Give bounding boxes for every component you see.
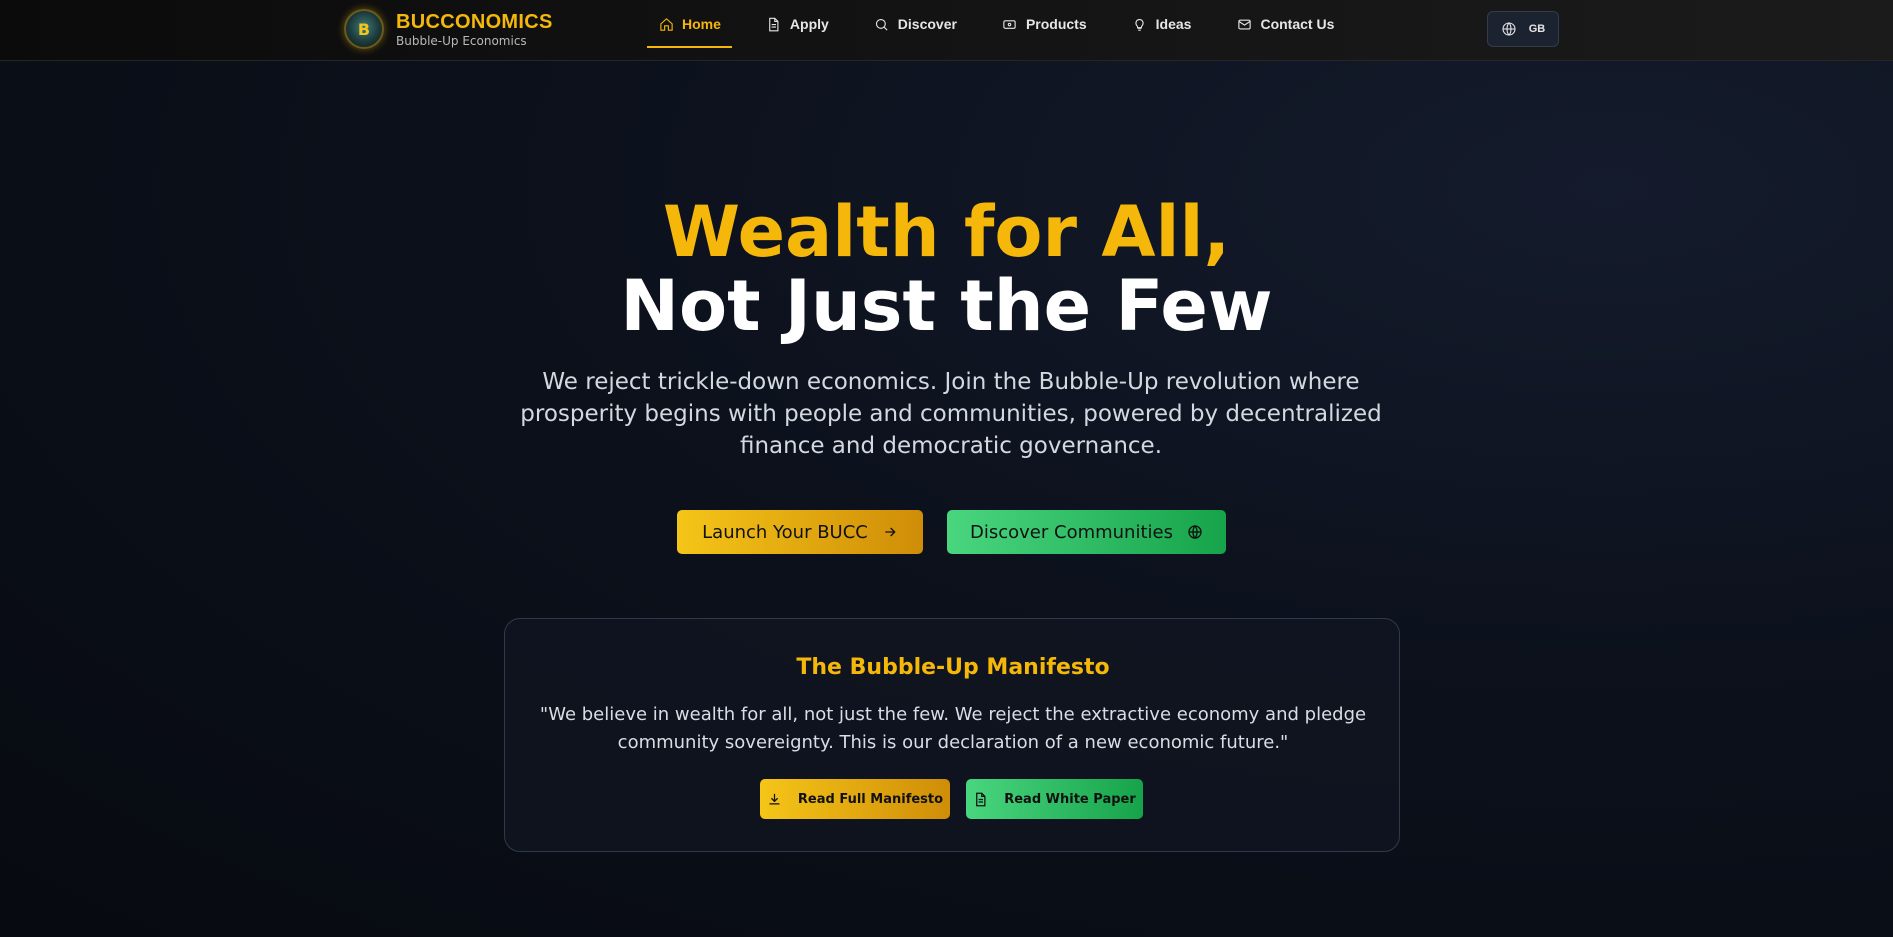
brand-subtitle: Bubble-Up Economics (396, 33, 527, 48)
discover-communities-button[interactable]: Discover Communities (947, 510, 1226, 554)
home-icon (658, 16, 674, 32)
download-icon (769, 793, 780, 804)
nav-ideas[interactable]: Ideas (1121, 0, 1203, 48)
manifesto-quote: "We believe in wealth for all, not just … (539, 704, 1367, 753)
search-icon (874, 16, 890, 32)
launch-bucc-label: Launch Your BUCC (702, 521, 868, 543)
language-code: GB (1528, 23, 1546, 35)
manifesto-card: The Bubble-Up Manifesto "We believe in w… (504, 618, 1400, 852)
nav-apply-label: Apply (789, 16, 829, 32)
launch-bucc-button[interactable]: Launch Your BUCC (677, 510, 923, 554)
nav-discover[interactable]: Discover (863, 0, 968, 48)
globe-icon (1188, 525, 1202, 539)
nav-apply[interactable]: Apply (755, 0, 840, 48)
read-manifesto-button[interactable]: Read Full Manifesto (760, 779, 950, 819)
ticket-icon (1002, 16, 1018, 32)
brand[interactable]: B BUCCONOMICS Bubble-Up Economics (344, 9, 553, 49)
nav-home-label: Home (682, 16, 721, 32)
lightbulb-icon (1132, 16, 1148, 32)
brand-title: BUCCONOMICS (396, 10, 553, 33)
bucconomics-logo: B (344, 9, 384, 49)
document-icon (976, 792, 986, 806)
nav-ideas-label: Ideas (1155, 16, 1192, 32)
hero-headline-line2: Not Just the Few (620, 265, 1273, 347)
read-manifesto-label: Read Full Manifesto (797, 791, 944, 807)
document-icon (766, 16, 782, 32)
read-whitepaper-button[interactable]: Read White Paper (966, 779, 1143, 819)
globe-icon (1502, 22, 1516, 36)
nav-contact[interactable]: Contact Us (1225, 0, 1345, 48)
hero-lead: We reject trickle-down economics. Join t… (520, 369, 1382, 459)
main-nav: Home Apply Discover Products Ideas Conta… (647, 0, 1368, 61)
nav-contact-label: Contact Us (1260, 16, 1335, 32)
hero-headline-line1: Wealth for All, (662, 191, 1231, 273)
top-navbar: B BUCCONOMICS Bubble-Up Economics Home A… (0, 0, 1893, 61)
nav-products[interactable]: Products (991, 0, 1098, 48)
nav-products-label: Products (1025, 16, 1087, 32)
arrow-right-icon (885, 527, 896, 537)
mail-icon (1236, 16, 1252, 32)
nav-discover-label: Discover (897, 16, 957, 32)
nav-home[interactable]: Home (647, 0, 732, 48)
manifesto-title: The Bubble-Up Manifesto (796, 655, 1110, 680)
language-selector[interactable]: GB (1487, 11, 1559, 47)
read-whitepaper-label: Read White Paper (1004, 791, 1136, 807)
discover-communities-label: Discover Communities (970, 521, 1173, 543)
